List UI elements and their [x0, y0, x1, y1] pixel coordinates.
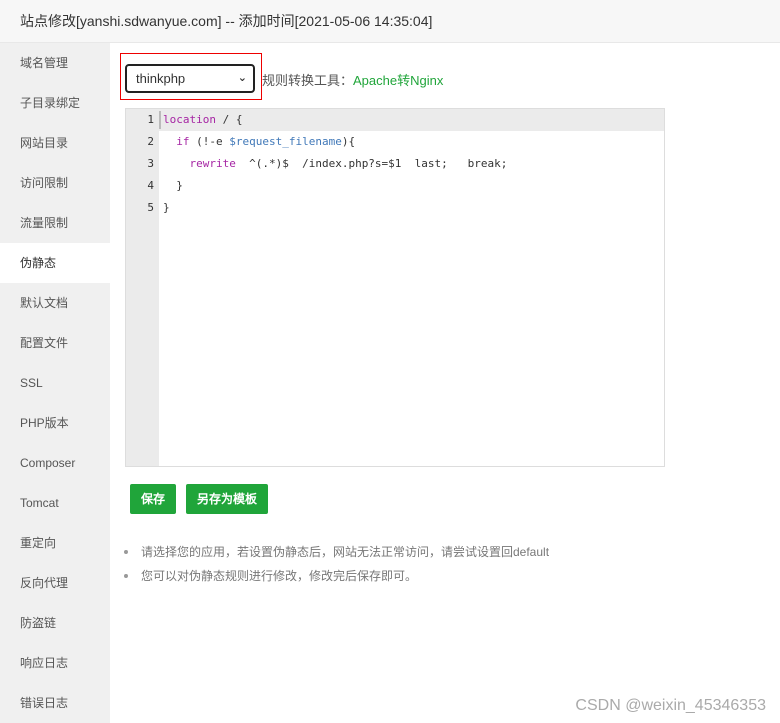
line-number: 4	[147, 179, 154, 192]
code-token: $request_filename	[229, 135, 342, 148]
window-title: 站点修改[yanshi.sdwanyue.com] -- 添加时间[2021-0…	[0, 0, 780, 43]
sidebar-item[interactable]: 配置文件	[0, 323, 110, 363]
converter: 规则转换工具：Apache转Nginx	[262, 70, 443, 89]
code-line: 4 }	[126, 175, 664, 197]
template-select[interactable]: thinkphp ⌄	[125, 64, 255, 93]
code-token: if	[176, 135, 190, 148]
code-line: 3 rewrite ^(.*)$ /index.php?s=$1 last; b…	[126, 153, 664, 175]
code-text: rewrite ^(.*)$ /index.php?s=$1 last; bre…	[163, 153, 508, 175]
tips-list: 请选择您的应用，若设置伪静态后，网站无法正常访问，请尝试设置回default 您…	[124, 540, 549, 588]
code-token: }	[163, 201, 170, 214]
sidebar: 域名管理 子目录绑定 网站目录 访问限制 流量限制 伪静态 默认文档 配置文件 SSL PHP版本…	[0, 43, 110, 723]
sidebar-item[interactable]: 流量限制	[0, 203, 110, 243]
converter-link[interactable]: Apache转Nginx	[353, 73, 443, 88]
sidebar-item[interactable]: PHP版本	[0, 403, 110, 443]
tip-item: 请选择您的应用，若设置伪静态后，网站无法正常访问，请尝试设置回default	[124, 540, 549, 564]
sidebar-item[interactable]: 伪静态	[0, 243, 110, 283]
sidebar-item[interactable]: 子目录绑定	[0, 83, 110, 123]
code-token: ){	[341, 135, 356, 148]
sidebar-item[interactable]: Tomcat	[0, 483, 110, 523]
line-number: 3	[147, 157, 154, 170]
code-text: if (!-e $request_filename){	[163, 131, 355, 153]
code-line: 1 location / {	[126, 109, 664, 131]
main-panel: thinkphp ⌄ 规则转换工具：Apache转Nginx 1 location…	[110, 43, 780, 723]
sidebar-item[interactable]: 访问限制	[0, 163, 110, 203]
sidebar-item[interactable]: 网站目录	[0, 123, 110, 163]
sidebar-item[interactable]: 默认文档	[0, 283, 110, 323]
code-token: location	[163, 113, 216, 126]
watermark: CSDN @weixin_45346353	[575, 697, 766, 714]
converter-label: 规则转换工具：	[262, 73, 354, 88]
tip-item: 您可以对伪静态规则进行修改，修改完后保存即可。	[124, 564, 549, 588]
sidebar-item[interactable]: SSL	[0, 363, 110, 403]
sidebar-item[interactable]: 错误日志	[0, 683, 110, 723]
sidebar-item[interactable]: Composer	[0, 443, 110, 483]
sidebar-item[interactable]: 反向代理	[0, 563, 110, 603]
code-editor[interactable]: 1 location / {2 if (!-e $request_filename…	[125, 108, 665, 467]
code-token: ^(.*)$ /index.php?s=$1 last; break;	[235, 157, 508, 170]
line-number: 2	[147, 135, 154, 148]
sidebar-item[interactable]: 域名管理	[0, 43, 110, 83]
sidebar-item[interactable]: 防盗链	[0, 603, 110, 643]
chevron-down-icon: ⌄	[237, 72, 247, 84]
text-cursor	[159, 111, 161, 129]
code-text: location / {	[163, 109, 242, 131]
save-button[interactable]: 保存	[130, 484, 176, 514]
code-token: / {	[215, 113, 243, 126]
code-text: }	[163, 175, 183, 197]
code-line: 2 if (!-e $request_filename){	[126, 131, 664, 153]
code-line: 5}	[126, 197, 664, 219]
line-number: 1	[147, 113, 154, 126]
code-token: rewrite	[189, 157, 236, 170]
code-token: }	[163, 179, 183, 192]
sidebar-item[interactable]: 重定向	[0, 523, 110, 563]
sidebar-item[interactable]: 响应日志	[0, 643, 110, 683]
line-number: 5	[147, 201, 154, 214]
save-as-template-button[interactable]: 另存为模板	[186, 484, 268, 514]
code-token: (!-e	[189, 135, 230, 148]
code-text: }	[163, 197, 170, 219]
template-select-value: thinkphp	[136, 71, 186, 86]
